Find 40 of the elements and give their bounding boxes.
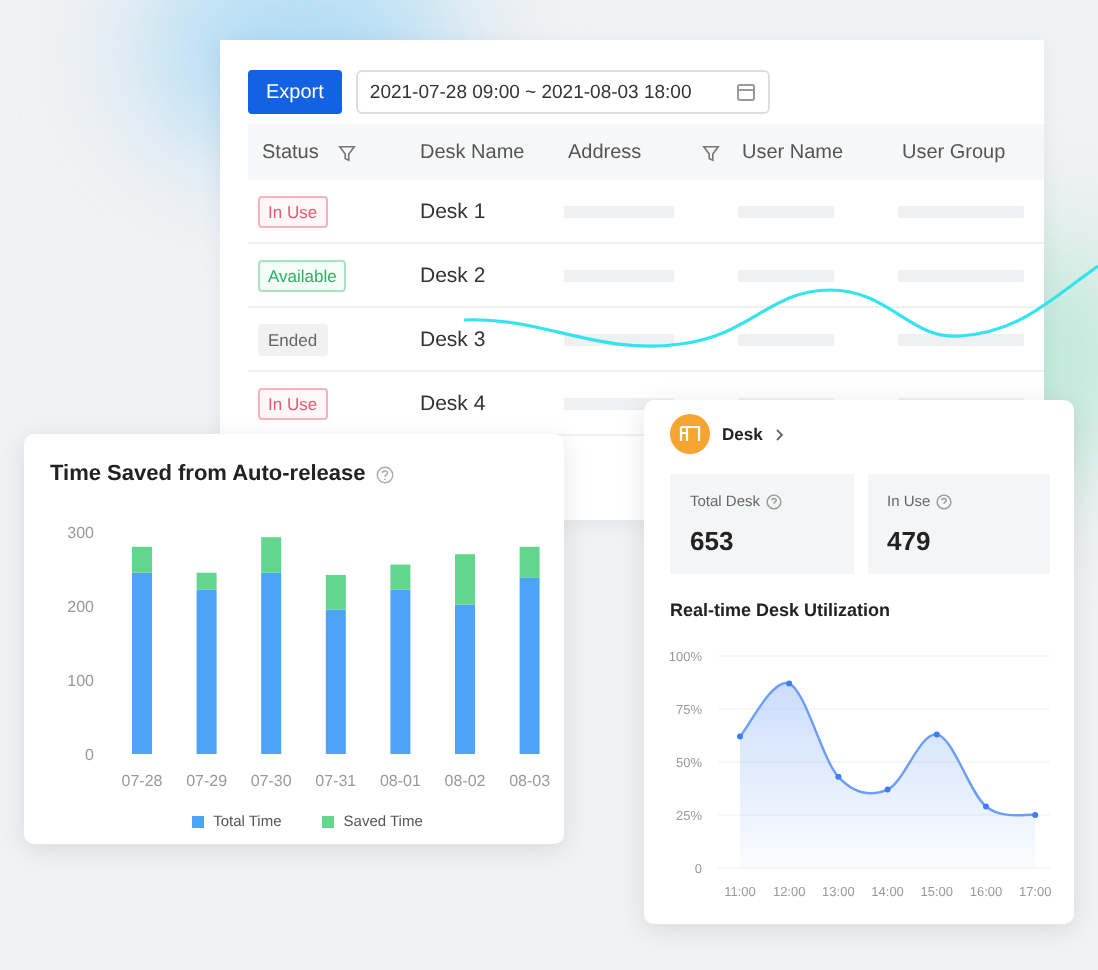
placeholder-bar bbox=[738, 333, 834, 345]
card-title[interactable]: Desk bbox=[722, 424, 763, 444]
table-cell: Desk 3 bbox=[420, 327, 486, 351]
calendar-icon bbox=[735, 82, 756, 102]
table-cell: Desk 1 bbox=[420, 199, 486, 223]
column-header: Status bbox=[262, 141, 319, 163]
help-icon[interactable] bbox=[936, 493, 953, 509]
axis-label: 07-31 bbox=[315, 772, 357, 790]
card-title: Time Saved from Auto-release bbox=[50, 462, 366, 486]
chart-title: Real-time Desk Utilization bbox=[670, 600, 893, 620]
table-cell: Desk 4 bbox=[420, 391, 486, 415]
status-tag: In Use bbox=[258, 195, 328, 227]
axis-label: 0 bbox=[85, 746, 94, 764]
desk-icon bbox=[670, 414, 710, 454]
status-tag: In Use bbox=[258, 387, 328, 419]
axis-label: 200 bbox=[67, 598, 94, 616]
export-button[interactable]: Export bbox=[248, 70, 342, 114]
help-icon[interactable] bbox=[375, 465, 394, 483]
axis-label: 300 bbox=[67, 524, 94, 542]
status-tag: Available bbox=[258, 259, 347, 291]
chevron-right-icon[interactable] bbox=[774, 427, 787, 441]
axis-label: 100 bbox=[67, 672, 94, 690]
axis-label: 08-02 bbox=[444, 772, 486, 790]
help-icon[interactable] bbox=[766, 493, 783, 509]
axis-label: 07-30 bbox=[250, 772, 292, 790]
column-header: User Name bbox=[742, 141, 844, 163]
table-cell: Desk 2 bbox=[420, 263, 486, 287]
axis-label: 08-01 bbox=[379, 772, 421, 790]
axis-label: 07-28 bbox=[121, 772, 163, 790]
filter-icon[interactable] bbox=[701, 143, 720, 161]
column-header: User Group bbox=[902, 141, 1006, 163]
status-tag: Ended bbox=[258, 323, 328, 355]
axis-label: 08-03 bbox=[509, 772, 551, 790]
date-range-field[interactable]: 2021-07-28 09:00 ~ 2021-08-03 18:00 bbox=[355, 70, 770, 114]
axis-label: 07-29 bbox=[186, 772, 228, 790]
filter-icon[interactable] bbox=[338, 143, 357, 161]
column-header: Desk Name bbox=[420, 141, 525, 163]
stat-value: 653 bbox=[690, 526, 736, 556]
column-header: Address bbox=[568, 141, 642, 163]
stat-value: 479 bbox=[887, 526, 933, 556]
